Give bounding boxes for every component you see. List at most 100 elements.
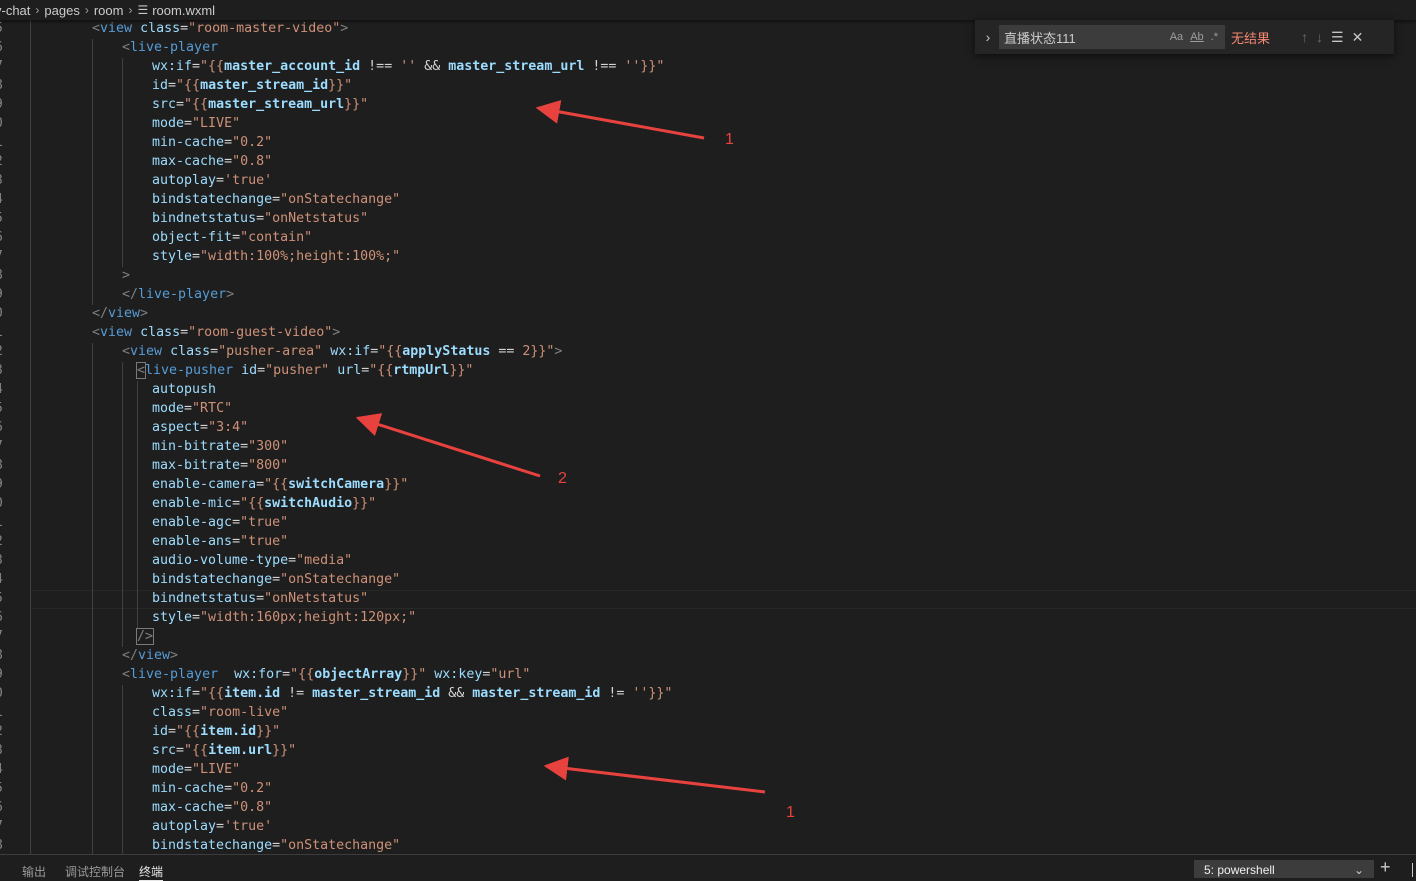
code-token: min-bitrate — [152, 439, 241, 454]
code-line: style="width:100%;height:100%;" — [152, 247, 400, 266]
code-token: max-cache — [152, 154, 225, 169]
code-token: class — [140, 21, 181, 36]
code-token: autoplay — [152, 173, 217, 188]
tab-terminal[interactable]: 终端 — [139, 863, 164, 881]
code-line: min-bitrate="300" — [152, 437, 288, 456]
new-terminal-plus-icon[interactable]: + — [1380, 857, 1391, 878]
annotation-label-1-bottom: 1 — [786, 804, 795, 821]
indent-guide — [122, 58, 123, 267]
code-token: "true" — [240, 515, 289, 530]
code-token: autopush — [152, 382, 217, 397]
code-token: "0.8" — [232, 154, 273, 169]
code-token: bindnetstatus — [152, 591, 257, 606]
split-terminal-icon[interactable] — [1412, 863, 1413, 877]
code-line: bindstatechange="onStatechange" — [152, 190, 400, 209]
code-token: live-player — [130, 40, 219, 55]
code-token: }}" — [272, 743, 297, 758]
code-token: = — [216, 819, 225, 834]
code-token: }}" — [352, 496, 377, 511]
line-number: 2 — [0, 532, 10, 551]
tab-debug-console[interactable]: 调试控制台 — [65, 863, 125, 880]
code-token: "room-master-video" — [188, 21, 341, 36]
code-token: && — [440, 686, 473, 701]
code-token: master_stream_id — [312, 686, 441, 701]
code-line: min-cache="0.2" — [152, 779, 272, 798]
code-token: master_stream_url — [208, 97, 345, 112]
code-token: "3:4" — [208, 420, 249, 435]
line-number: 6 — [0, 228, 10, 247]
panel-tab-bar: 输出 调试控制台 终端 5: powershell ⌄ + — [0, 854, 1416, 881]
code-token: }}" — [449, 363, 474, 378]
code-line: wx:if="{{master_account_id !== '' && mas… — [152, 57, 664, 76]
regex-icon[interactable]: .* — [1211, 31, 1218, 43]
line-number: 0 — [0, 494, 10, 513]
code-line: autopush — [152, 380, 216, 399]
chevron-down-icon: ⌄ — [1353, 863, 1364, 877]
previous-match-arrow-up-icon[interactable]: ↑ — [1301, 29, 1308, 45]
terminal-select[interactable]: 5: powershell ⌄ — [1194, 860, 1374, 878]
indent-guide — [122, 685, 123, 854]
breadcrumb-pages[interactable]: pages — [44, 3, 79, 18]
find-result-status: 无结果 — [1231, 30, 1271, 46]
code-token: = — [224, 154, 233, 169]
code-line: audio-volume-type="media" — [152, 551, 352, 570]
code-token: enable-ans — [152, 534, 233, 549]
code-line: <view class="pusher-area" wx:if="{{apply… — [122, 342, 562, 361]
code-token: bindnetstatus — [152, 211, 257, 226]
code-line: mode="LIVE" — [152, 760, 240, 779]
breadcrumb-room[interactable]: room — [94, 3, 124, 18]
code-token: "{{ — [200, 686, 225, 701]
code-token: "pusher-area" — [218, 344, 323, 359]
code-line: autoplay='true' — [152, 817, 272, 836]
find-input-text[interactable]: 直播状态111 — [999, 28, 1170, 47]
code-token: item.url — [208, 743, 273, 758]
close-icon[interactable]: ✕ — [1352, 29, 1364, 46]
code-token: = — [272, 838, 281, 853]
code-token: class — [170, 344, 211, 359]
code-token: }}" — [256, 724, 281, 739]
terminal-select-value: 5: powershell — [1204, 863, 1275, 877]
code-token: < — [122, 344, 131, 359]
find-input[interactable]: 直播状态111 Aa Ab .* — [999, 25, 1225, 49]
code-token: < — [92, 21, 101, 36]
code-token: id — [241, 363, 258, 378]
find-in-selection-icon[interactable]: ☰ — [1331, 29, 1344, 46]
code-token: 'true' — [224, 173, 273, 188]
code-token: = — [257, 363, 266, 378]
next-match-arrow-down-icon[interactable]: ↓ — [1316, 29, 1323, 45]
code-token: "url" — [490, 667, 531, 682]
tab-output[interactable]: 输出 — [22, 863, 46, 880]
code-token: = — [168, 724, 177, 739]
code-line: id="{{item.id}}" — [152, 722, 280, 741]
line-number: 7 — [0, 817, 10, 836]
line-number: 5 — [0, 779, 10, 798]
line-number: 5 — [0, 589, 10, 608]
code-token: autoplay — [152, 819, 217, 834]
breadcrumb-file[interactable]: room.wxml — [152, 3, 215, 18]
breadcrumb-project[interactable]: y-chat — [0, 3, 30, 18]
code-token: live-player — [138, 287, 227, 302]
find-widget: › 直播状态111 Aa Ab .* 无结果 ↑ ↓ ☰ ✕ — [975, 20, 1394, 54]
code-token: mode — [152, 116, 185, 131]
line-number: 5 — [0, 20, 10, 38]
code-token: master_stream_id — [200, 78, 329, 93]
line-number: 4 — [0, 760, 10, 779]
annotation-label-2: 2 — [558, 470, 567, 487]
code-token: "{{ — [184, 97, 209, 112]
code-token: max-cache — [152, 800, 225, 815]
code-token: url — [337, 363, 362, 378]
line-number: 4 — [0, 570, 10, 589]
code-line: wx:if="{{item.id != master_stream_id && … — [152, 684, 672, 703]
match-case-icon[interactable]: Aa — [1170, 31, 1183, 43]
code-token: < — [92, 325, 101, 340]
code-token: "{{ — [200, 59, 225, 74]
code-token: objectArray — [314, 667, 403, 682]
code-token: id — [152, 724, 169, 739]
code-editor[interactable]: 5678901234567890123456789012345678901234… — [0, 20, 1416, 854]
code-token: view — [100, 21, 133, 36]
code-line: > — [122, 266, 130, 285]
code-token: = — [256, 211, 265, 226]
toggle-replace-chevron-icon[interactable]: › — [981, 29, 995, 45]
whole-word-icon[interactable]: Ab — [1190, 31, 1203, 43]
line-number: 7 — [0, 57, 10, 76]
